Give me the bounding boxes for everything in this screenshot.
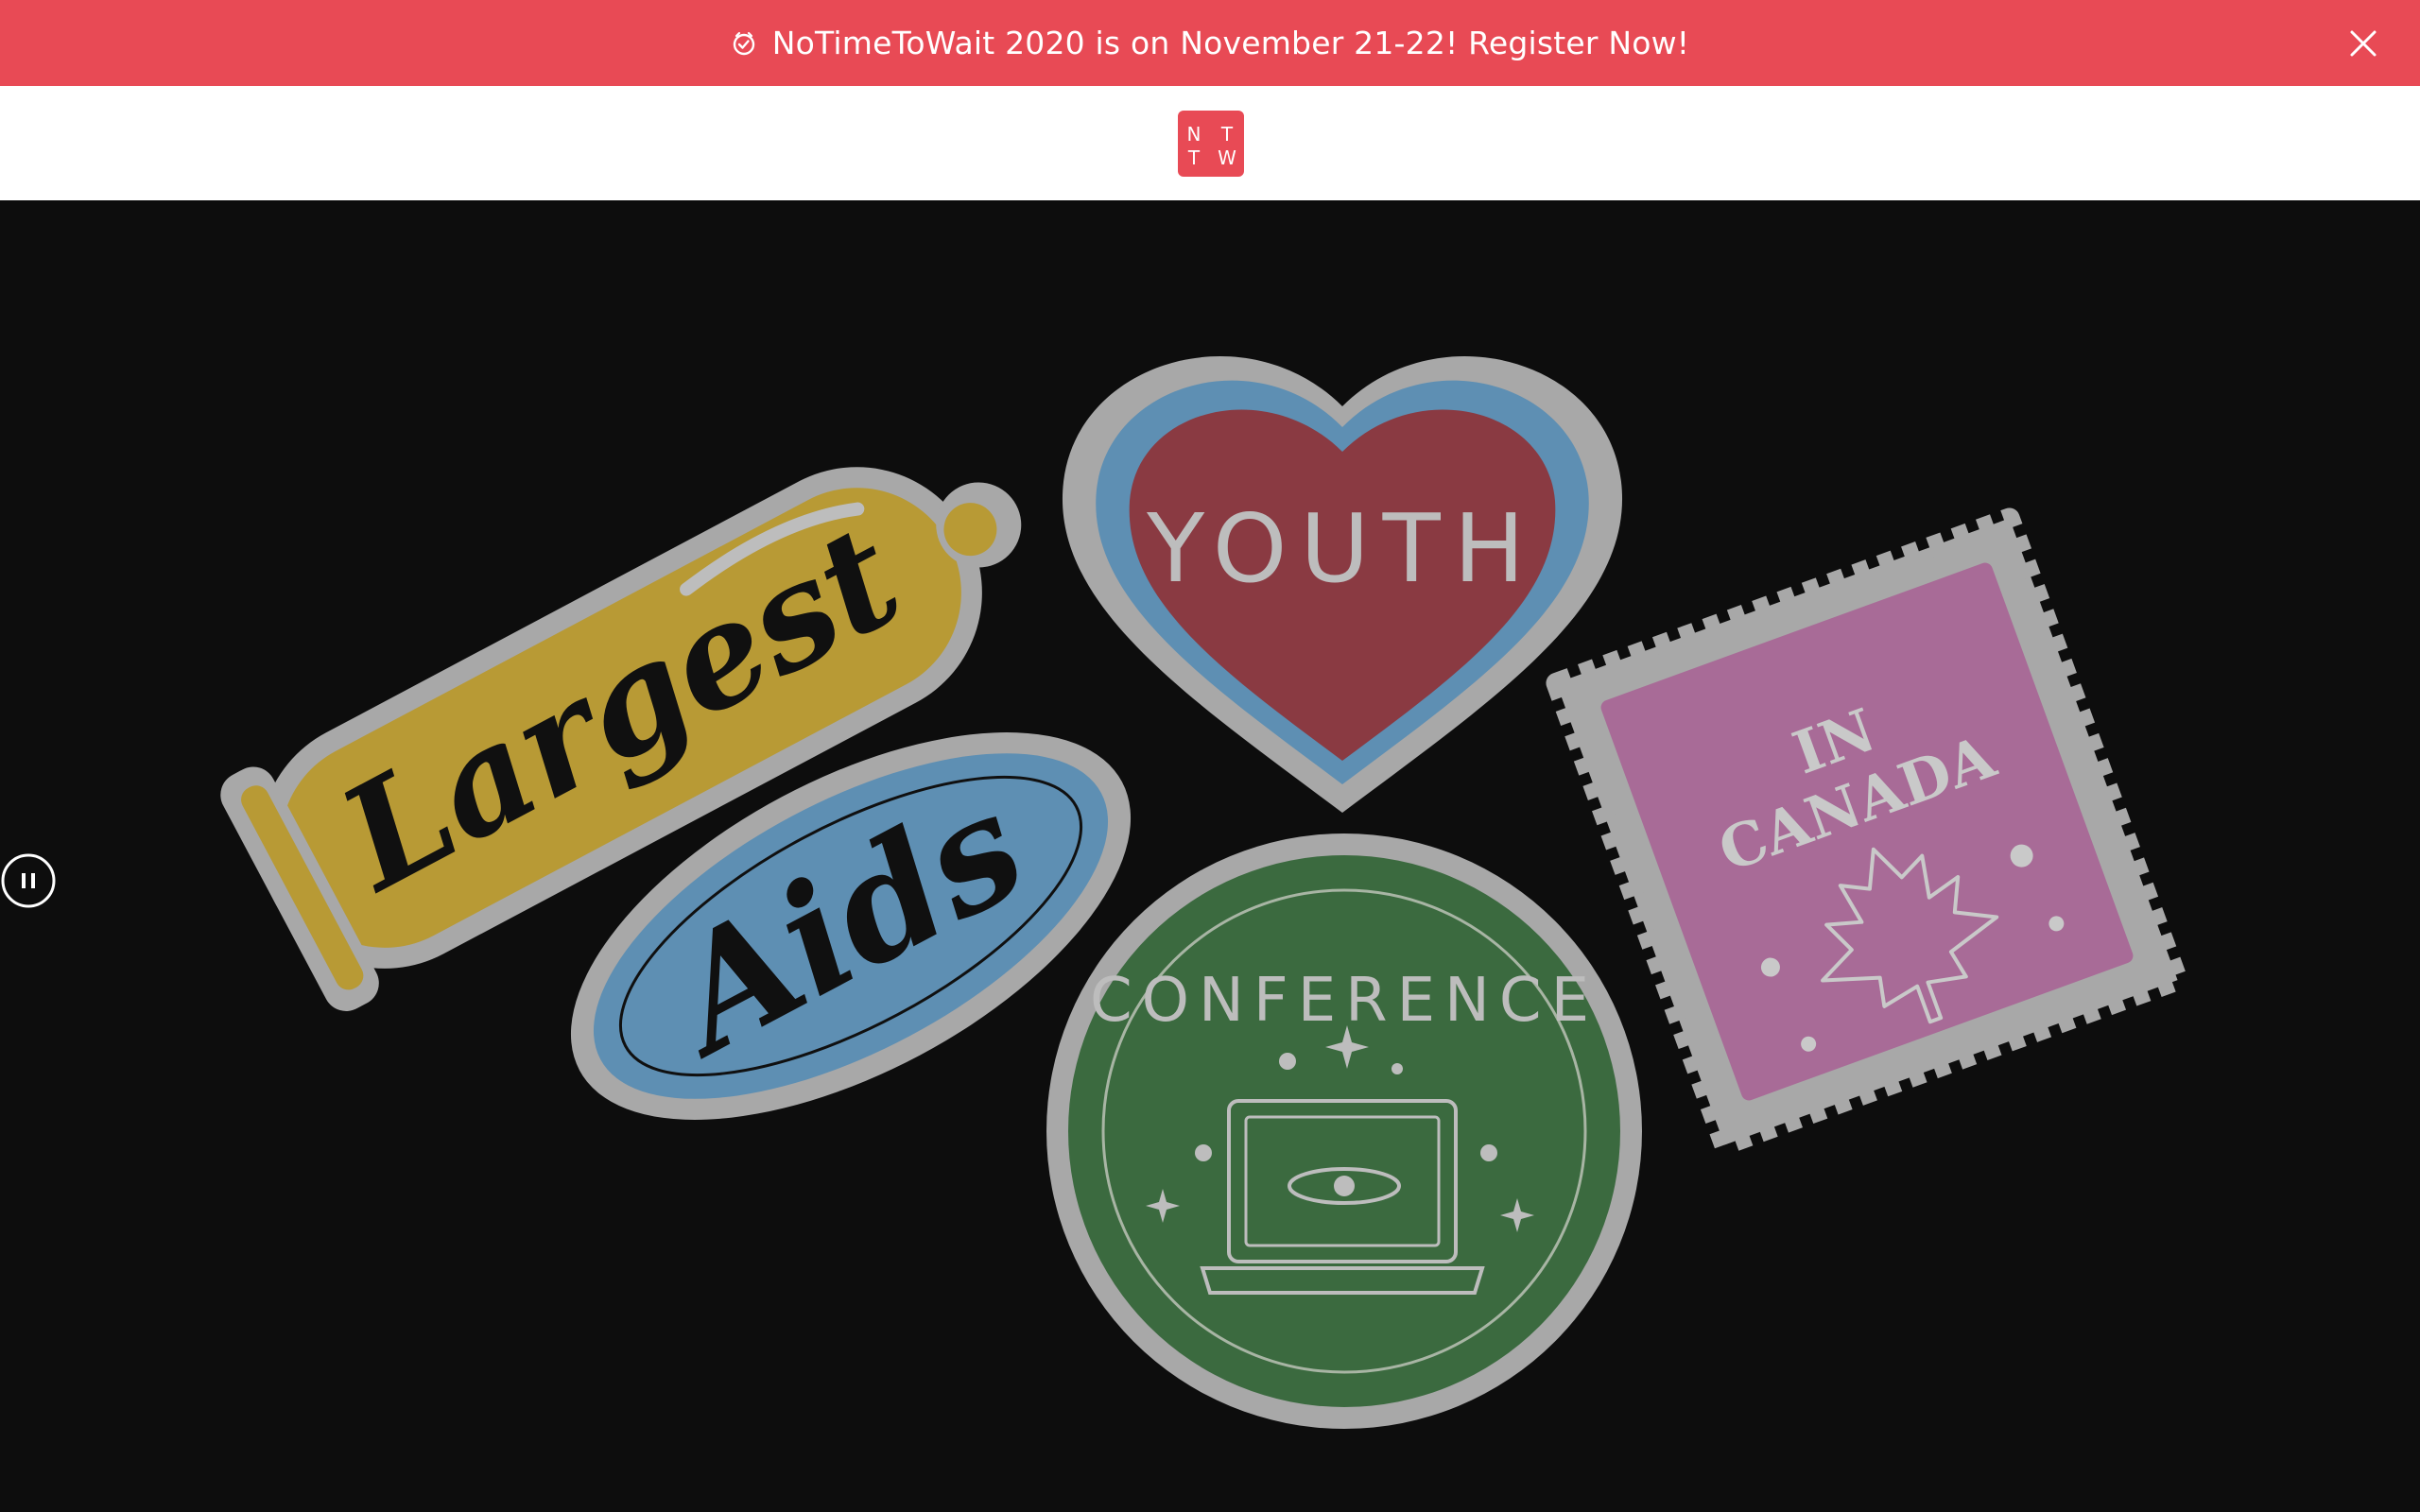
conference-sticker: CONFERENCE [1046,833,1642,1429]
hero-video[interactable]: Largest Aids YOUTH CONFERENCE IN CANADA [0,200,2420,1512]
announcement-content[interactable]: NoTimeToWait 2020 is on November 21-22! … [731,25,1689,61]
close-icon[interactable] [2346,26,2380,60]
sticker-conference-text: CONFERENCE [1090,966,1599,1036]
sticker-youth-text: YOUTH [1146,493,1538,604]
heart-sticker: YOUTH [1062,356,1623,813]
pause-icon[interactable] [0,852,57,909]
canada-stamp-sticker: IN CANADA [1546,507,2188,1156]
logo[interactable]: N T T W [1178,111,1244,177]
clock-icon [733,31,754,55]
stickers-illustration: Largest Aids YOUTH CONFERENCE IN CANADA [220,356,2188,1429]
logo-letter-t: T [1220,123,1234,146]
logo-letter-t2: T [1187,146,1201,169]
announcement-banner[interactable]: NoTimeToWait 2020 is on November 21-22! … [0,0,2420,86]
announcement-text[interactable]: NoTimeToWait 2020 is on November 21-22! … [772,25,1689,61]
logo-letter-w: W [1218,146,1236,169]
logo-letter-n: N [1187,123,1201,146]
